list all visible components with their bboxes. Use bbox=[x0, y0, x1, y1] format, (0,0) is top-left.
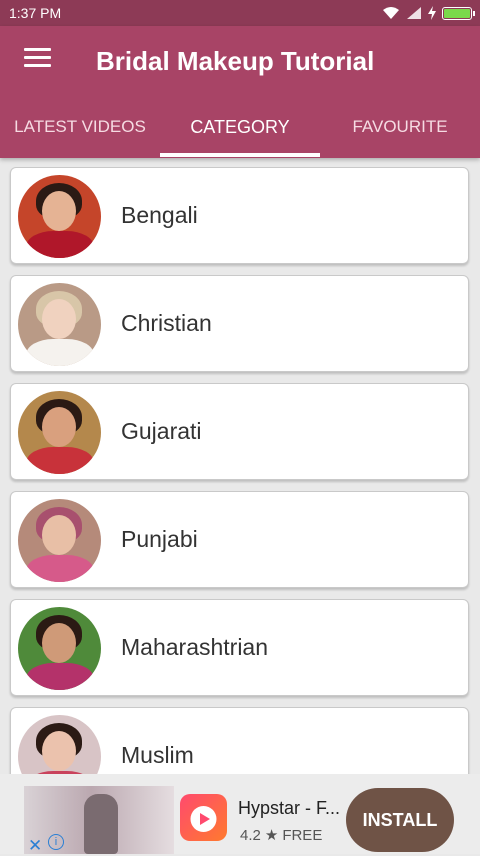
active-tab-indicator bbox=[160, 153, 320, 157]
ad-banner[interactable]: Hypstar - F... 4.2 ★ FREE INSTALL ✕ i bbox=[0, 774, 480, 856]
category-label: Christian bbox=[121, 310, 212, 336]
muslim-bride-avatar bbox=[18, 715, 101, 774]
category-label: Bengali bbox=[121, 202, 198, 228]
category-card-christian[interactable]: Christian bbox=[10, 275, 469, 372]
app-title: Bridal Makeup Tutorial bbox=[96, 46, 375, 76]
punjabi-bride-avatar bbox=[18, 499, 101, 582]
category-label: Gujarati bbox=[121, 418, 202, 444]
category-label: Muslim bbox=[121, 742, 194, 768]
install-button[interactable]: INSTALL bbox=[346, 788, 454, 852]
ad-app-name: Hypstar - F... bbox=[238, 798, 341, 818]
charging-icon bbox=[428, 6, 436, 20]
christian-bride-avatar bbox=[18, 283, 101, 366]
category-label: Punjabi bbox=[121, 526, 198, 552]
tab-favourite[interactable]: FAVOURITE bbox=[320, 106, 480, 158]
ad-price: FREE bbox=[282, 826, 323, 844]
ad-info-icon[interactable]: i bbox=[48, 834, 64, 850]
tab-category[interactable]: CATEGORY bbox=[160, 106, 320, 158]
ad-rating-value: 4.2 bbox=[240, 826, 261, 844]
battery-icon bbox=[442, 6, 475, 20]
ad-close-icon[interactable]: ✕ bbox=[28, 836, 42, 856]
ad-image bbox=[24, 786, 174, 854]
category-label: Maharashtrian bbox=[121, 634, 269, 660]
category-card-gujarati[interactable]: Gujarati bbox=[10, 383, 469, 480]
star-icon: ★ bbox=[264, 827, 279, 844]
hypstar-app-icon bbox=[180, 794, 227, 841]
wifi-icon bbox=[383, 7, 399, 19]
category-card-muslim[interactable]: Muslim bbox=[10, 707, 469, 774]
status-time: 1:37 PM bbox=[9, 5, 62, 21]
hamburger-menu-icon[interactable] bbox=[24, 48, 51, 68]
status-bar: 1:37 PM bbox=[0, 0, 480, 26]
category-card-bengali[interactable]: Bengali bbox=[10, 167, 469, 264]
category-card-punjabi[interactable]: Punjabi bbox=[10, 491, 469, 588]
signal-icon bbox=[407, 7, 421, 19]
ad-rating-row: 4.2 ★ FREE bbox=[240, 826, 323, 845]
tab-bar: LATEST VIDEOS CATEGORY FAVOURITE bbox=[0, 106, 480, 158]
status-icons bbox=[382, 4, 475, 22]
maharashtrian-bride-avatar bbox=[18, 607, 101, 690]
category-list: Bengali Christian Gujarati Punjabi Mahar… bbox=[0, 158, 480, 774]
gujarati-bride-avatar bbox=[18, 391, 101, 474]
bengali-bride-avatar bbox=[18, 175, 101, 258]
category-card-maharashtrian[interactable]: Maharashtrian bbox=[10, 599, 469, 696]
tab-latest-videos[interactable]: LATEST VIDEOS bbox=[0, 106, 160, 158]
app-bar: Bridal Makeup Tutorial LATEST VIDEOS CAT… bbox=[0, 26, 480, 158]
